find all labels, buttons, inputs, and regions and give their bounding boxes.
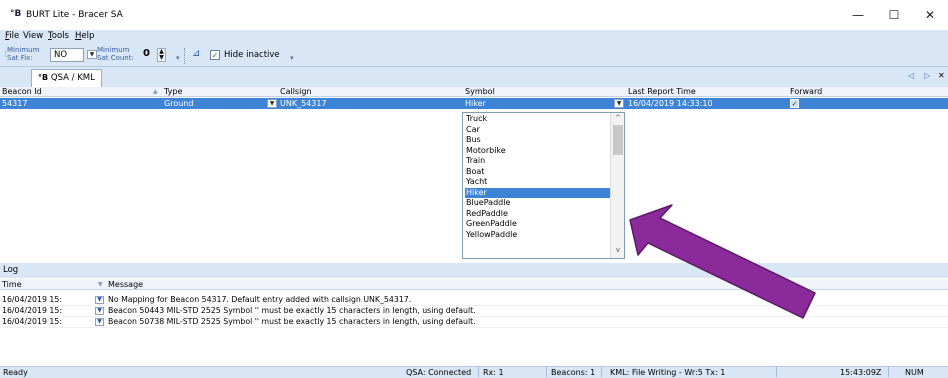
close-button[interactable]: ✕ (912, 0, 948, 30)
tab-close-icon[interactable]: ✕ (938, 71, 945, 80)
min-sat-fix-select[interactable]: NO (50, 48, 84, 62)
list-item[interactable]: RedPaddle (465, 209, 610, 220)
list-item[interactable]: Yacht (465, 177, 610, 188)
tab-strip (0, 67, 948, 87)
scroll-up-icon[interactable]: ^ (611, 114, 625, 124)
log-expand-icon[interactable]: ▼ (95, 307, 104, 315)
toolbar-separator (184, 48, 185, 64)
min-sat-count-label: Minimum Sat Count: (97, 46, 134, 62)
tab-qsa-kml[interactable]: °B QSA / KML (31, 69, 102, 87)
log-title: Log (0, 263, 948, 278)
tab-next-icon[interactable]: ▷ (924, 71, 930, 80)
status-separator (888, 367, 889, 377)
window-title: BURT Lite - Bracer SA (26, 10, 123, 20)
cell-last-report-time: 16/04/2019 14:33:10 (628, 99, 713, 108)
cell-type[interactable]: Ground (164, 98, 193, 109)
log-message: Beacon 50738 MIL-STD 2525 Symbol '' must… (108, 317, 476, 326)
tab-icon: °B (38, 73, 51, 82)
type-dropdown-chevron-icon[interactable]: ▼ (267, 99, 277, 108)
log-message: No Mapping for Beacon 54317. Default ent… (108, 295, 412, 304)
hide-inactive-checkbox[interactable]: ✓ (210, 50, 220, 60)
menu-view[interactable]: View (23, 31, 43, 41)
cell-callsign[interactable]: UNK_54317 (280, 98, 327, 109)
menu-help[interactable]: Help (75, 31, 94, 41)
forward-checkbox[interactable]: ✓ (790, 99, 799, 108)
status-separator (546, 367, 547, 377)
col-last-report-time[interactable]: Last Report Time (628, 87, 696, 97)
log-time: 16/04/2019 15: (2, 295, 62, 304)
status-ready: Ready (3, 368, 28, 377)
log-time: 16/04/2019 15: (2, 306, 62, 315)
list-item[interactable]: BluePaddle (465, 198, 610, 209)
title-bar (0, 0, 948, 30)
log-row[interactable]: 16/04/2019 15: ▼ Beacon 50738 MIL-STD 25… (0, 317, 948, 328)
log-expand-icon[interactable]: ▼ (95, 318, 104, 326)
status-separator (776, 367, 777, 377)
sort-desc-icon: ▼ (98, 281, 103, 288)
scroll-down-icon[interactable]: v (611, 246, 625, 256)
sort-asc-icon: ▲ (153, 88, 158, 95)
chart-icon[interactable]: ⊿ (192, 48, 206, 61)
menu-bar (0, 30, 948, 42)
status-separator (478, 367, 479, 377)
log-expand-icon[interactable]: ▼ (95, 296, 104, 304)
status-qsa: QSA: Connected (406, 368, 472, 377)
maximize-button[interactable]: ☐ (876, 0, 912, 30)
min-sat-fix-label: Minimum Sat Fix: (7, 46, 40, 62)
list-item[interactable]: YellowPaddle (465, 230, 610, 241)
log-row[interactable]: 16/04/2019 15: ▼ No Mapping for Beacon 5… (0, 295, 948, 306)
menu-tools[interactable]: Tools (48, 31, 69, 41)
log-col-message[interactable]: Message (108, 280, 143, 290)
menu-file[interactable]: File (5, 31, 19, 41)
sat-count-stepper[interactable]: ▲ ▼ (157, 48, 166, 62)
log-row[interactable]: 16/04/2019 15: ▼ Beacon 50443 MIL-STD 25… (0, 306, 948, 317)
log-col-time[interactable]: Time (2, 280, 22, 290)
tab-prev-icon[interactable]: ◁ (908, 71, 914, 80)
list-item[interactable]: Motorbike (465, 146, 610, 157)
list-item[interactable]: Car (465, 125, 610, 136)
list-item[interactable]: Truck (465, 114, 610, 125)
list-scrollbar[interactable]: ^ v (610, 113, 624, 258)
col-symbol[interactable]: Symbol (465, 87, 495, 97)
symbol-dropdown-list[interactable]: Truck Car Bus Motorbike Train Boat Yacht… (462, 112, 625, 259)
burt-app-icon: °B (10, 9, 22, 19)
col-type[interactable]: Type (164, 87, 182, 97)
minimize-button[interactable]: — (840, 0, 876, 30)
list-item[interactable]: GreenPaddle (465, 219, 610, 230)
status-rx: Rx: 1 (483, 368, 504, 377)
overflow-chevron-icon-2[interactable]: ▾ (290, 54, 296, 62)
col-beacon-id[interactable]: Beacon Id (2, 87, 42, 97)
scroll-thumb[interactable] (613, 125, 623, 155)
tab-label: QSA / KML (50, 73, 95, 83)
col-forward[interactable]: Forward (790, 87, 822, 97)
cell-beacon-id: 54317 (2, 99, 28, 108)
status-separator (601, 367, 602, 377)
cell-symbol[interactable]: Hiker (465, 98, 486, 109)
list-item[interactable]: Boat (465, 167, 610, 178)
status-bar (0, 366, 948, 378)
status-num: NUM (905, 368, 924, 377)
symbol-dropdown-chevron-icon[interactable]: ▼ (614, 99, 624, 108)
status-kml: KML: File Writing - Wr:5 Tx: 1 (610, 368, 726, 377)
log-message: Beacon 50443 MIL-STD 2525 Symbol '' must… (108, 306, 476, 315)
hide-inactive-label: Hide inactive (224, 50, 280, 60)
min-sat-count-value[interactable]: 0 (143, 48, 150, 59)
list-item[interactable]: Train (465, 156, 610, 167)
col-callsign[interactable]: Callsign (280, 87, 311, 97)
list-item-selected[interactable]: Hiker (465, 187, 610, 198)
status-clock: 15:43:09Z (840, 368, 882, 377)
log-time: 16/04/2019 15: (2, 317, 62, 326)
list-item[interactable]: Bus (465, 135, 610, 146)
overflow-chevron-icon[interactable]: ▾ (176, 54, 182, 62)
chevron-down-icon[interactable]: ▼ (87, 50, 97, 59)
status-beacons: Beacons: 1 (551, 368, 596, 377)
